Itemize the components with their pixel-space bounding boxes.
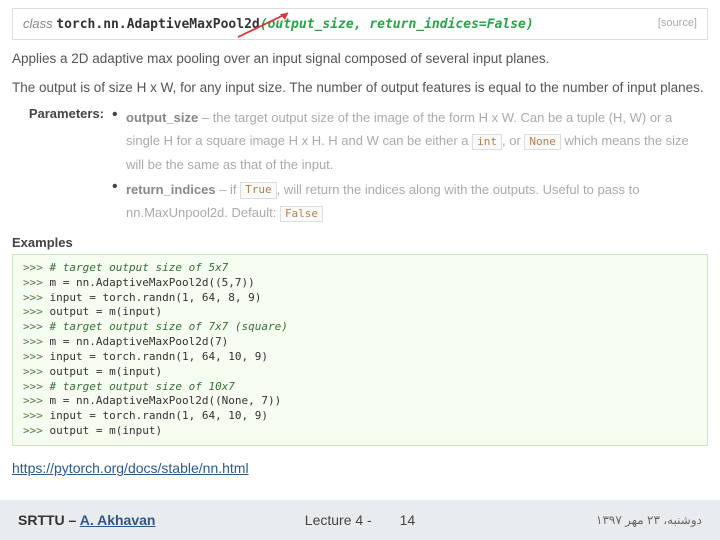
- description-1: Applies a 2D adaptive max pooling over a…: [12, 48, 708, 71]
- slide-footer: SRTTU – A. Akhavan Lecture 4 - 14 دوشنبه…: [0, 500, 720, 540]
- source-url[interactable]: https://pytorch.org/docs/stable/nn.html: [12, 460, 249, 476]
- class-keyword: class: [23, 16, 53, 31]
- parameters-label: Parameters:: [12, 106, 112, 227]
- pill-int: int: [472, 134, 502, 150]
- examples-label: Examples: [12, 235, 708, 250]
- footer-center: Lecture 4 - 14: [305, 512, 415, 528]
- pill-none: None: [524, 134, 561, 150]
- author-link[interactable]: A. Akhavan: [80, 512, 156, 528]
- class-args: (output_size, return_indices=False): [260, 17, 534, 32]
- page-number: 14: [400, 512, 416, 528]
- code-example: >>> # target output size of 5x7 >>> m = …: [12, 254, 708, 446]
- footer-date: دوشنبه، ۲۳ مهر ۱۳۹۷: [596, 513, 702, 527]
- signature-box: [source] class torch.nn.AdaptiveMaxPool2…: [12, 8, 708, 40]
- class-name: torch.nn.AdaptiveMaxPool2d: [56, 17, 260, 32]
- pill-false: False: [280, 206, 323, 222]
- pill-true: True: [240, 182, 277, 198]
- description-2: The output is of size H x W, for any inp…: [12, 77, 708, 100]
- footer-left: SRTTU – A. Akhavan: [18, 512, 155, 528]
- param-output-size: output_size – the target output size of …: [112, 106, 708, 176]
- param-return-indices: return_indices – if True, will return th…: [112, 178, 708, 225]
- source-link[interactable]: [source]: [658, 17, 697, 29]
- parameters-block: Parameters: output_size – the target out…: [12, 106, 708, 227]
